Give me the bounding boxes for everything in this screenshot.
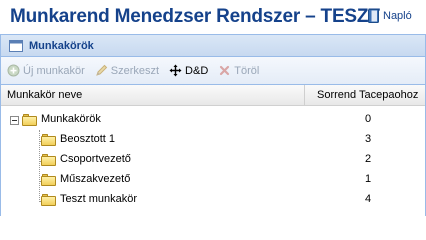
book-icon [368,9,379,23]
tree-row-order: 2 [364,153,372,165]
tree-row[interactable]: Teszt munkakör 4 [1,190,425,210]
folder-icon [41,154,56,166]
tree-row[interactable]: Csoportvezető 2 [1,150,425,170]
new-munkakor-button[interactable]: Új munkakör [7,64,85,77]
tree-row-name: Műszakvezető [60,173,131,185]
dd-button[interactable]: D&D [169,64,208,77]
add-icon [7,64,20,77]
folder-icon [41,174,56,186]
app-title: Munkarend Menedzser Rendszer – TESZT [10,6,380,27]
tree-row[interactable]: Műszakvezető 1 [1,170,425,190]
panel-header: Munkakörök [1,35,425,57]
tree-row-name: Munkakörök [41,113,101,125]
naplo-button[interactable]: Napló [368,9,412,23]
edit-button[interactable]: Szerkeszt [95,64,159,77]
tree-row-name: Teszt munkakör [60,193,138,205]
folder-icon [41,134,56,146]
edit-label: Szerkeszt [110,64,160,77]
tree-row[interactable]: Beosztott 1 3 [1,130,425,150]
munkakorok-panel: Munkakörök Új munkakör Szerkeszt D&D Tör… [0,34,426,216]
pencil-icon [95,64,108,77]
toolbar: Új munkakör Szerkeszt D&D Töröl [1,57,425,85]
tree-row-order: 0 [364,113,372,125]
tree-row-order: 3 [364,133,372,145]
column-separator[interactable] [304,85,305,106]
move-arrows-icon [169,64,182,77]
app-header: Munkarend Menedzser Rendszer – TESZT Nap… [0,0,426,34]
tree-row-name: Csoportvezető [60,153,131,165]
column-header-order[interactable]: Sorrend Tacepaohoz [317,89,418,101]
tree-row-name: Beosztott 1 [60,133,116,145]
delete-label: Töröl [234,64,260,77]
new-munkakor-label: Új munkakör [23,64,85,77]
delete-icon [218,64,231,77]
tree-row-order: 4 [364,193,372,205]
delete-button[interactable]: Töröl [218,64,259,77]
column-header-name[interactable]: Munkakör neve [7,89,82,101]
tree-row-root[interactable]: Munkakörök 0 [1,110,425,130]
grid-header: Munkakör neve Sorrend Tacepaohoz [1,85,425,106]
folder-icon [41,194,56,206]
panel-title: Munkakörök [29,39,94,52]
folder-icon [22,114,37,126]
window-icon [9,39,23,52]
collapse-icon[interactable] [10,116,19,125]
naplo-label: Napló [383,10,412,22]
tree-row-order: 1 [364,173,372,185]
dd-label: D&D [185,64,209,77]
